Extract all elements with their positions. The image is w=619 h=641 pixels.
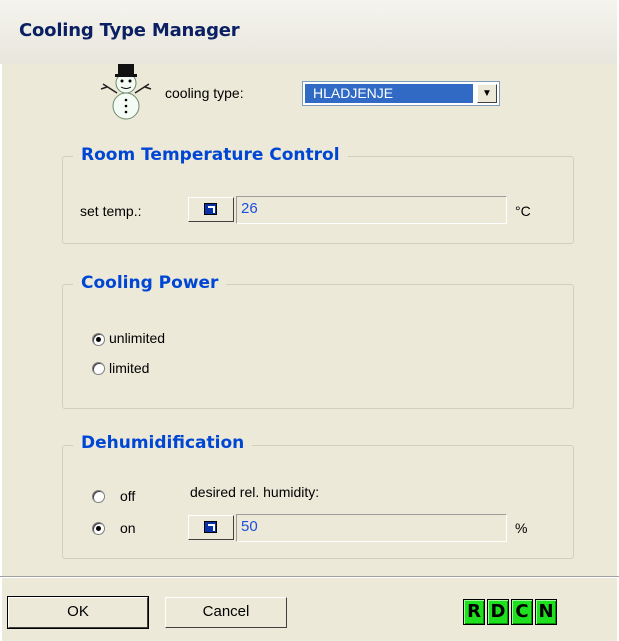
limited-radio[interactable] bbox=[92, 362, 105, 375]
title-bar: Cooling Type Manager bbox=[0, 0, 619, 64]
cancel-button[interactable]: Cancel bbox=[165, 597, 287, 628]
d-button[interactable]: D bbox=[487, 599, 509, 625]
set-temp-label: set temp.: bbox=[80, 203, 142, 219]
set-temp-field[interactable]: 26 bbox=[236, 196, 507, 224]
set-temp-picker-button[interactable] bbox=[188, 197, 234, 222]
set-temp-unit: °C bbox=[515, 203, 531, 219]
picker-arrow-icon bbox=[204, 203, 217, 215]
room-temperature-title: Room Temperature Control bbox=[73, 145, 348, 165]
unlimited-radio[interactable] bbox=[92, 333, 105, 346]
dehumidification-off-radio[interactable] bbox=[92, 490, 105, 503]
footer-divider bbox=[0, 576, 619, 578]
window-title: Cooling Type Manager bbox=[19, 20, 240, 41]
dehumidification-on-label: on bbox=[120, 520, 136, 536]
cooling-type-value: HLADJENJE bbox=[305, 84, 473, 103]
dehumidification-on-radio[interactable] bbox=[92, 522, 105, 535]
dehumidification-off-label: off bbox=[120, 488, 136, 504]
picker-arrow-icon bbox=[204, 521, 217, 533]
unlimited-label: unlimited bbox=[109, 330, 166, 346]
humidity-unit: % bbox=[515, 520, 528, 536]
cooling-power-title: Cooling Power bbox=[73, 273, 227, 293]
chevron-down-icon[interactable]: ▼ bbox=[477, 84, 497, 103]
limited-label: limited bbox=[109, 360, 150, 376]
desired-humidity-label: desired rel. humidity: bbox=[190, 484, 320, 500]
c-button[interactable]: C bbox=[511, 599, 533, 625]
ok-button[interactable]: OK bbox=[7, 596, 149, 629]
snowman-icon bbox=[100, 64, 152, 120]
cooling-power-group bbox=[62, 284, 574, 409]
cooling-type-select[interactable]: HLADJENJE ▼ bbox=[302, 81, 500, 106]
humidity-field[interactable]: 50 bbox=[236, 514, 507, 542]
cooling-type-label: cooling type: bbox=[165, 85, 244, 101]
dehumidification-title: Dehumidification bbox=[73, 433, 253, 453]
r-button[interactable]: R bbox=[463, 599, 485, 625]
humidity-picker-button[interactable] bbox=[188, 515, 234, 540]
n-button[interactable]: N bbox=[535, 599, 557, 625]
